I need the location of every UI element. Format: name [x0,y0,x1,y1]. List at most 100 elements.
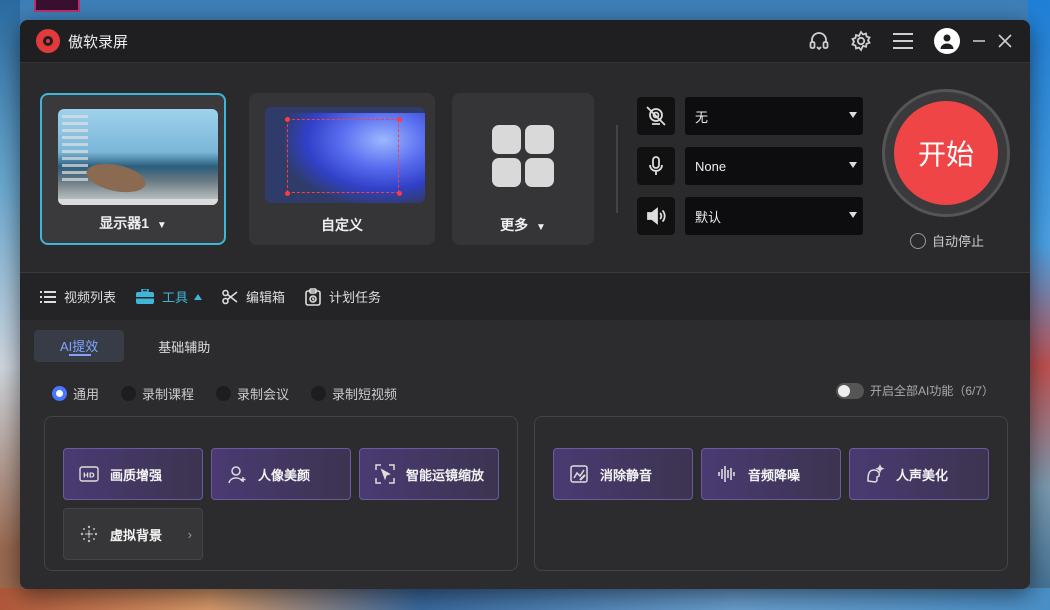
app-window: 傲软录屏 显示器1 ▼ 自定义 更多 ▼ 无 None 默认 开始 自动停止 视… [20,20,1030,589]
auto-stop-option[interactable]: 自动停止 [910,231,984,250]
auto-stop-label: 自动停止 [932,234,985,249]
camera-off-icon[interactable] [637,97,675,135]
microphone-row: None [637,147,863,185]
speaker-row: 默认 [637,197,863,235]
smart-zoom-icon [374,463,396,485]
hd-icon: HD [78,463,100,485]
mode-record-short-video-label: 录制短视频 [332,387,398,402]
svg-text:HD: HD [83,472,95,480]
custom-region-thumbnail [265,107,425,203]
subtab-ai-efficiency[interactable]: AI提效 [34,330,125,362]
mode-record-short-video[interactable]: 录制短视频 [311,384,397,403]
feature-virtual-background[interactable]: 虚拟背景 › [63,508,203,560]
clipboard-icon [305,287,321,306]
mode-record-course[interactable]: 录制课程 [121,384,194,403]
source-monitor-label: 显示器1 [99,215,149,231]
desktop-bottom-edge [0,588,1050,610]
camera-row: 无 [637,97,863,135]
camera-select[interactable]: 无 [685,97,863,135]
desktop-left-edge [0,0,20,610]
speaker-icon[interactable] [637,197,675,235]
tab-video-list[interactable]: 视频列表 [40,287,116,306]
tab-edit-box[interactable]: 编辑箱 [222,287,285,306]
radio-icon[interactable] [311,386,327,401]
feature-virtual-background-label: 虚拟背景 [110,527,163,543]
settings-gear-icon[interactable] [848,28,874,54]
video-feature-group: HD 画质增强 人像美颜 智能运镜缩放 虚拟背景 › [44,416,518,571]
caret-down-icon [849,212,857,218]
feature-remove-silence-label: 消除静音 [600,467,653,483]
speaker-select[interactable]: 默认 [685,197,863,235]
tab-tools-label: 工具 [162,290,189,305]
virtual-background-icon [78,523,100,545]
microphone-select-value: None [695,158,727,174]
voice-beautify-icon [864,463,886,485]
recording-setup-area: 显示器1 ▼ 自定义 更多 ▼ 无 None 默认 开始 自动停止 [20,62,1030,272]
feature-noise-reduction[interactable]: 音频降噪 [701,448,841,500]
subtab-basic-assist[interactable]: 基础辅助 [132,330,236,362]
source-more-label: 更多 [500,217,529,233]
microphone-select[interactable]: None [685,147,863,185]
feature-quality-enhance-label: 画质增强 [110,467,163,483]
headset-support-icon[interactable] [806,28,832,54]
noise-reduction-icon [716,463,738,485]
source-custom-label: 自定义 [321,217,363,233]
tab-video-list-label: 视频列表 [64,290,117,305]
radio-selected-icon[interactable] [52,386,67,401]
feature-portrait-beauty[interactable]: 人像美颜 [211,448,351,500]
toggle-switch[interactable] [836,382,864,399]
mode-general-label: 通用 [73,387,100,402]
desktop-right-edge [1028,0,1050,610]
mode-record-meeting-label: 录制会议 [237,387,290,402]
enable-all-ai-toggle[interactable]: 开启全部AI功能（6/7） [836,382,994,399]
source-monitor-card[interactable]: 显示器1 ▼ [40,93,226,245]
toolbox-icon [136,288,155,305]
menu-hamburger-icon[interactable] [890,28,916,54]
close-icon[interactable] [996,28,1014,54]
mode-record-course-label: 录制课程 [142,387,195,402]
scissors-icon [222,289,238,305]
start-button-ring: 开始 [882,89,1010,217]
more-apps-icon [492,125,554,187]
feature-voice-beautify[interactable]: 人声美化 [849,448,989,500]
feature-smart-zoom-label: 智能运镜缩放 [406,467,485,483]
caret-down-icon [849,112,857,118]
taskbar-thumbnail[interactable] [34,0,80,12]
scenario-radio-group: 通用 录制课程 录制会议 录制短视频 [52,384,419,403]
microphone-icon[interactable] [637,147,675,185]
feature-smart-zoom[interactable]: 智能运镜缩放 [359,448,499,500]
start-recording-button[interactable]: 开始 [894,101,998,205]
chevron-right-icon[interactable]: › [188,527,192,542]
caret-down-icon [849,162,857,168]
tab-edit-box-label: 编辑箱 [246,290,286,305]
portrait-icon [226,463,248,485]
feature-quality-enhance[interactable]: HD 画质增强 [63,448,203,500]
caret-up-icon [194,293,203,300]
monitor-preview-thumbnail [58,109,218,205]
mode-general[interactable]: 通用 [52,384,99,403]
source-custom-card[interactable]: 自定义 [249,93,435,245]
tab-scheduled-tasks[interactable]: 计划任务 [305,287,381,306]
enable-all-ai-label: 开启全部AI功能（6/7） [870,384,995,398]
minimize-icon[interactable] [970,28,988,54]
feature-portrait-beauty-label: 人像美颜 [258,467,311,483]
mode-record-meeting[interactable]: 录制会议 [216,384,289,403]
feature-remove-silence[interactable]: 消除静音 [553,448,693,500]
remove-silence-icon [568,463,590,485]
chevron-down-icon[interactable]: ▼ [157,220,167,231]
feature-noise-reduction-label: 音频降噪 [748,467,801,483]
tools-panel: AI提效 基础辅助 通用 录制课程 录制会议 录制短视频 开启全部AI功能（6/… [20,320,1030,589]
tab-scheduled-tasks-label: 计划任务 [329,290,382,305]
vertical-divider [616,125,618,213]
radio-icon[interactable] [216,386,232,401]
app-title: 傲软录屏 [68,33,129,51]
auto-stop-radio[interactable] [910,232,926,249]
radio-icon[interactable] [121,386,137,401]
user-avatar[interactable] [934,28,960,54]
source-more-card[interactable]: 更多 ▼ [452,93,594,245]
main-tab-bar: 视频列表 工具 编辑箱 计划任务 [20,272,1030,320]
chevron-down-icon[interactable]: ▼ [536,222,546,233]
tab-tools[interactable]: 工具 [136,287,203,306]
camera-select-value: 无 [695,109,709,125]
app-logo-icon [36,29,60,53]
